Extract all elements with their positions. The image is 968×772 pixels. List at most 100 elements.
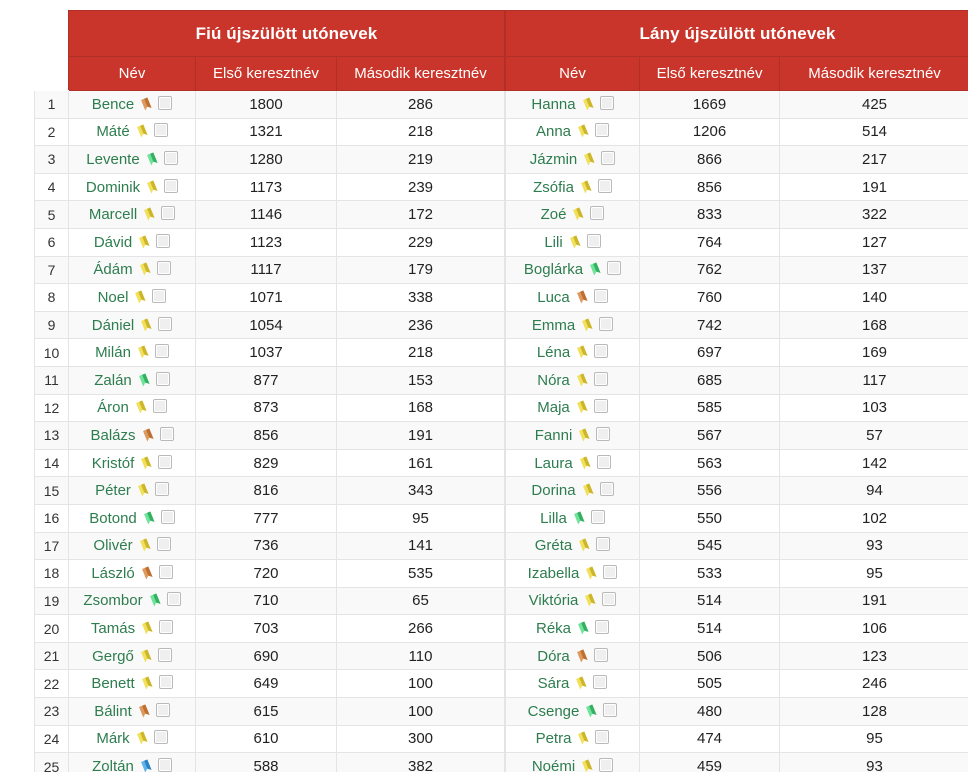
bookmark-icon[interactable]	[136, 483, 151, 498]
bookmark-icon[interactable]	[137, 704, 152, 719]
name-link[interactable]: Levente	[86, 151, 139, 168]
bookmark-icon[interactable]	[138, 538, 153, 553]
name-link[interactable]: Bálint	[94, 703, 132, 720]
name-link[interactable]: Balázs	[90, 427, 135, 444]
name-link[interactable]: Milán	[95, 344, 131, 361]
name-link[interactable]: Dániel	[92, 317, 135, 334]
name-link[interactable]: Fanni	[535, 427, 573, 444]
name-link[interactable]: Anna	[536, 123, 571, 140]
name-link[interactable]: Benett	[91, 675, 134, 692]
bookmark-icon[interactable]	[575, 649, 590, 664]
name-link[interactable]: Lili	[544, 234, 562, 251]
checkbox-icon[interactable]	[599, 482, 614, 497]
bookmark-icon[interactable]	[140, 621, 155, 636]
checkbox-icon[interactable]	[597, 178, 612, 193]
bookmark-icon[interactable]	[148, 593, 163, 608]
bookmark-icon[interactable]	[577, 538, 592, 553]
name-link[interactable]: Zoé	[541, 206, 567, 223]
name-link[interactable]: Zsombor	[83, 592, 142, 609]
bookmark-icon[interactable]	[139, 649, 154, 664]
bookmark-icon[interactable]	[576, 731, 591, 746]
bookmark-icon[interactable]	[142, 207, 157, 222]
checkbox-icon[interactable]	[599, 95, 614, 110]
name-link[interactable]: Léna	[537, 344, 570, 361]
girls-first-name-header[interactable]: Első keresztnév	[639, 56, 781, 91]
bookmark-icon[interactable]	[575, 345, 590, 360]
checkbox-icon[interactable]	[158, 564, 173, 579]
checkbox-icon[interactable]	[599, 758, 614, 772]
boys-name-header[interactable]: Név	[68, 56, 196, 91]
checkbox-icon[interactable]	[154, 482, 169, 497]
checkbox-icon[interactable]	[159, 426, 174, 441]
bookmark-icon[interactable]	[575, 400, 590, 415]
checkbox-icon[interactable]	[164, 178, 179, 193]
name-link[interactable]: Marcell	[89, 206, 137, 223]
checkbox-icon[interactable]	[586, 233, 601, 248]
checkbox-icon[interactable]	[593, 647, 608, 662]
checkbox-icon[interactable]	[607, 261, 622, 276]
bookmark-icon[interactable]	[571, 207, 586, 222]
checkbox-icon[interactable]	[153, 730, 168, 745]
checkbox-icon[interactable]	[156, 261, 171, 276]
checkbox-icon[interactable]	[593, 371, 608, 386]
bookmark-icon[interactable]	[588, 262, 603, 277]
bookmark-icon[interactable]	[572, 511, 587, 526]
name-link[interactable]: Gréta	[535, 537, 573, 554]
checkbox-icon[interactable]	[153, 123, 168, 138]
name-link[interactable]: Sára	[538, 675, 570, 692]
checkbox-icon[interactable]	[155, 371, 170, 386]
name-link[interactable]: László	[91, 565, 134, 582]
bookmark-icon[interactable]	[568, 235, 583, 250]
bookmark-icon[interactable]	[137, 235, 152, 250]
name-link[interactable]: Emma	[532, 317, 575, 334]
checkbox-icon[interactable]	[158, 675, 173, 690]
name-link[interactable]: Jázmin	[530, 151, 578, 168]
name-link[interactable]: Izabella	[528, 565, 580, 582]
bookmark-icon[interactable]	[584, 704, 599, 719]
name-link[interactable]: Noel	[98, 289, 129, 306]
bookmark-icon[interactable]	[575, 290, 590, 305]
checkbox-icon[interactable]	[590, 509, 605, 524]
bookmark-icon[interactable]	[141, 428, 156, 443]
checkbox-icon[interactable]	[157, 758, 172, 772]
checkbox-icon[interactable]	[596, 426, 611, 441]
name-link[interactable]: Zsófia	[533, 179, 574, 196]
bookmark-icon[interactable]	[580, 318, 595, 333]
bookmark-icon[interactable]	[574, 676, 589, 691]
checkbox-icon[interactable]	[593, 288, 608, 303]
name-link[interactable]: Luca	[537, 289, 570, 306]
checkbox-icon[interactable]	[596, 537, 611, 552]
name-link[interactable]: Dóra	[537, 648, 570, 665]
name-link[interactable]: Botond	[89, 510, 137, 527]
checkbox-icon[interactable]	[158, 95, 173, 110]
checkbox-icon[interactable]	[157, 647, 172, 662]
bookmark-icon[interactable]	[139, 759, 154, 772]
checkbox-icon[interactable]	[590, 206, 605, 221]
bookmark-icon[interactable]	[581, 483, 596, 498]
bookmark-icon[interactable]	[576, 124, 591, 139]
name-link[interactable]: Noémi	[532, 758, 575, 772]
checkbox-icon[interactable]	[603, 564, 618, 579]
name-link[interactable]: Viktória	[529, 592, 579, 609]
name-link[interactable]: Laura	[534, 455, 572, 472]
checkbox-icon[interactable]	[155, 702, 170, 717]
name-link[interactable]: Petra	[536, 730, 572, 747]
checkbox-icon[interactable]	[159, 620, 174, 635]
bookmark-icon[interactable]	[138, 262, 153, 277]
name-link[interactable]: Dávid	[94, 234, 132, 251]
checkbox-icon[interactable]	[601, 150, 616, 165]
checkbox-icon[interactable]	[166, 592, 181, 607]
checkbox-icon[interactable]	[593, 399, 608, 414]
name-link[interactable]: Kristóf	[92, 455, 135, 472]
name-link[interactable]: Ádám	[93, 261, 132, 278]
boys-first-name-header[interactable]: Első keresztnév	[195, 56, 337, 91]
name-link[interactable]: Tamás	[91, 620, 135, 637]
checkbox-icon[interactable]	[158, 316, 173, 331]
bookmark-icon[interactable]	[583, 593, 598, 608]
checkbox-icon[interactable]	[161, 206, 176, 221]
bookmark-icon[interactable]	[140, 566, 155, 581]
bookmark-icon[interactable]	[135, 124, 150, 139]
girls-second-name-header[interactable]: Második keresztnév	[779, 56, 968, 91]
checkbox-icon[interactable]	[152, 399, 167, 414]
checkbox-icon[interactable]	[160, 509, 175, 524]
